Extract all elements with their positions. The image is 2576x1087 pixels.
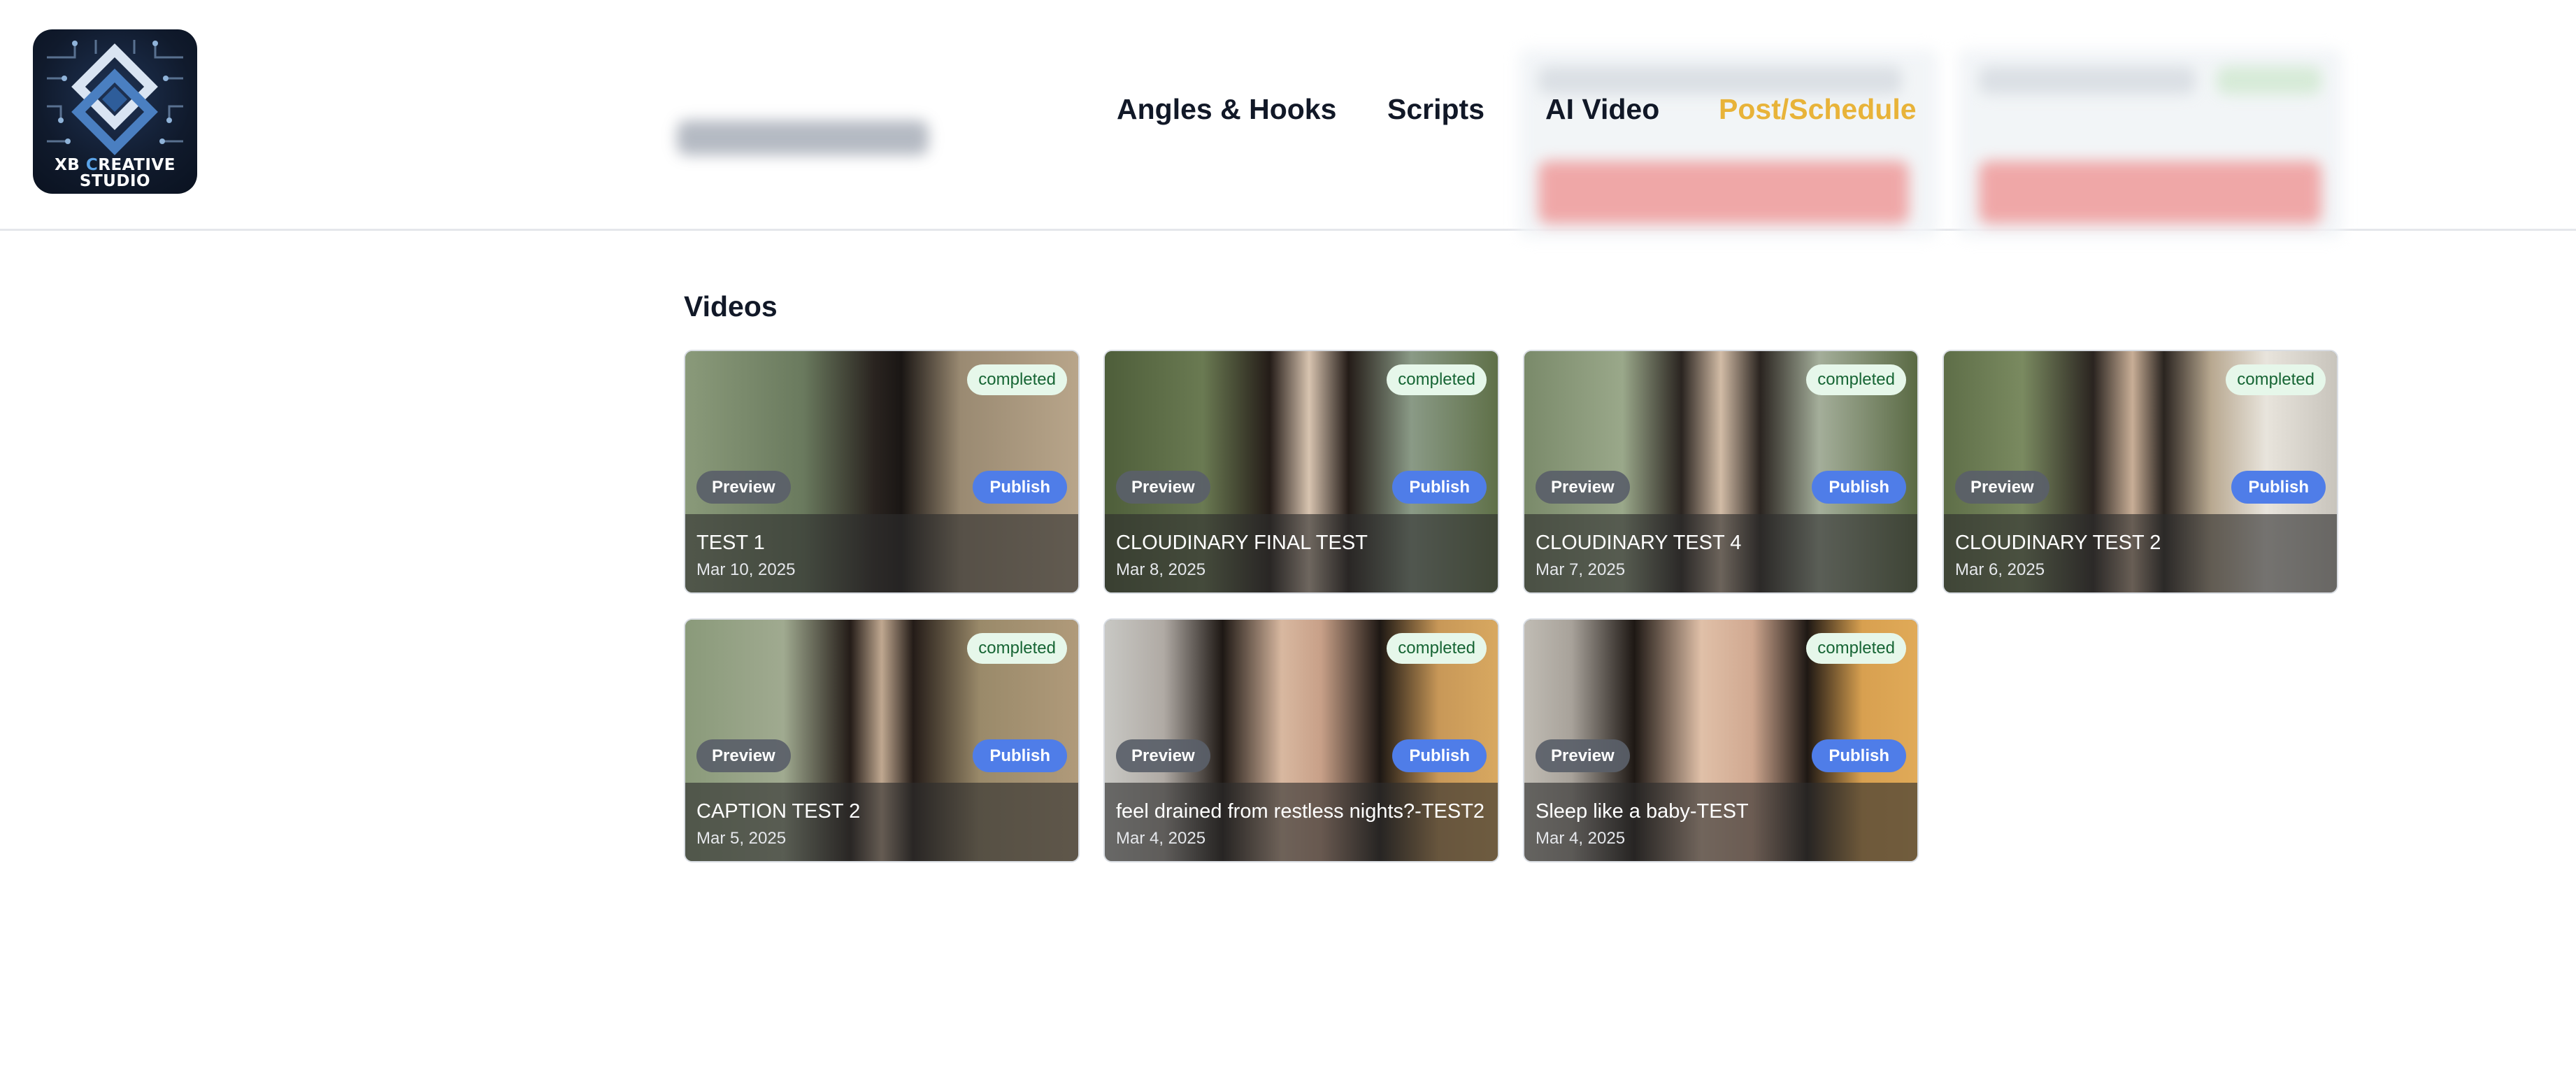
- video-card[interactable]: completed Preview Publish CLOUDINARY TES…: [1942, 350, 2338, 594]
- video-card[interactable]: completed Preview Publish Sleep like a b…: [1523, 618, 1919, 862]
- preview-button[interactable]: Preview: [1116, 739, 1210, 772]
- videos-heading: Videos: [684, 290, 778, 322]
- status-badge: completed: [967, 633, 1067, 664]
- nav-scripts[interactable]: Scripts: [1387, 93, 1484, 126]
- preview-button[interactable]: Preview: [1955, 471, 2049, 504]
- logo-title-line2: STUDIO: [79, 172, 151, 190]
- redacted-button-1: [1538, 161, 1909, 224]
- redacted-text-2: [1979, 66, 2196, 94]
- xb-creative-studio-logo[interactable]: XB CREATIVE STUDIO: [33, 29, 197, 194]
- video-card[interactable]: completed Preview Publish CAPTION TEST 2…: [684, 618, 1080, 862]
- video-title: feel drained from restless nights?-TEST2: [1116, 800, 1485, 823]
- nav-post-schedule[interactable]: Post/Schedule: [1719, 93, 1917, 126]
- publish-button[interactable]: Publish: [1392, 471, 1487, 504]
- video-title: CLOUDINARY FINAL TEST: [1116, 532, 1368, 554]
- publish-button[interactable]: Publish: [1812, 471, 1906, 504]
- video-title: TEST 1: [696, 532, 765, 554]
- status-badge: completed: [967, 364, 1067, 395]
- top-header: XB CREATIVE STUDIO Angles & Hooks Script…: [0, 0, 2576, 238]
- publish-button[interactable]: Publish: [1392, 739, 1487, 772]
- redacted-tag-2: [2217, 66, 2321, 94]
- video-date: Mar 8, 2025: [1116, 560, 1206, 579]
- logo-title-line1: XB CREATIVE: [55, 156, 176, 174]
- video-card[interactable]: completed Preview Publish TEST 1 Mar 10,…: [684, 350, 1080, 594]
- publish-button[interactable]: Publish: [1812, 739, 1906, 772]
- video-date: Mar 4, 2025: [1536, 829, 1626, 848]
- video-title: CLOUDINARY TEST 4: [1536, 532, 1742, 554]
- video-card[interactable]: completed Preview Publish CLOUDINARY FIN…: [1103, 350, 1499, 594]
- redacted-account-label: [677, 120, 929, 155]
- video-date: Mar 6, 2025: [1955, 560, 2045, 579]
- video-date: Mar 4, 2025: [1116, 829, 1206, 848]
- preview-button[interactable]: Preview: [1536, 739, 1630, 772]
- video-title: CLOUDINARY TEST 2: [1955, 532, 2161, 554]
- publish-button[interactable]: Publish: [2231, 471, 2326, 504]
- video-date: Mar 10, 2025: [696, 560, 796, 579]
- preview-button[interactable]: Preview: [1116, 471, 1210, 504]
- status-badge: completed: [1806, 364, 1906, 395]
- nav-angles-hooks[interactable]: Angles & Hooks: [1117, 93, 1336, 126]
- redacted-button-2: [1979, 161, 2321, 224]
- video-date: Mar 5, 2025: [696, 829, 787, 848]
- preview-button[interactable]: Preview: [696, 739, 791, 772]
- status-badge: completed: [1387, 364, 1487, 395]
- video-date: Mar 7, 2025: [1536, 560, 1626, 579]
- video-card[interactable]: completed Preview Publish feel drained f…: [1103, 618, 1499, 862]
- redacted-text-1: [1538, 66, 1902, 94]
- nav-ai-video[interactable]: AI Video: [1545, 93, 1659, 126]
- video-title: CAPTION TEST 2: [696, 800, 861, 823]
- status-badge: completed: [1806, 633, 1906, 664]
- status-badge: completed: [2226, 364, 2326, 395]
- preview-button[interactable]: Preview: [696, 471, 791, 504]
- preview-button[interactable]: Preview: [1536, 471, 1630, 504]
- status-badge: completed: [1387, 633, 1487, 664]
- video-title: Sleep like a baby-TEST: [1536, 800, 1749, 823]
- video-card[interactable]: completed Preview Publish CLOUDINARY TES…: [1523, 350, 1919, 594]
- publish-button[interactable]: Publish: [973, 471, 1067, 504]
- publish-button[interactable]: Publish: [973, 739, 1067, 772]
